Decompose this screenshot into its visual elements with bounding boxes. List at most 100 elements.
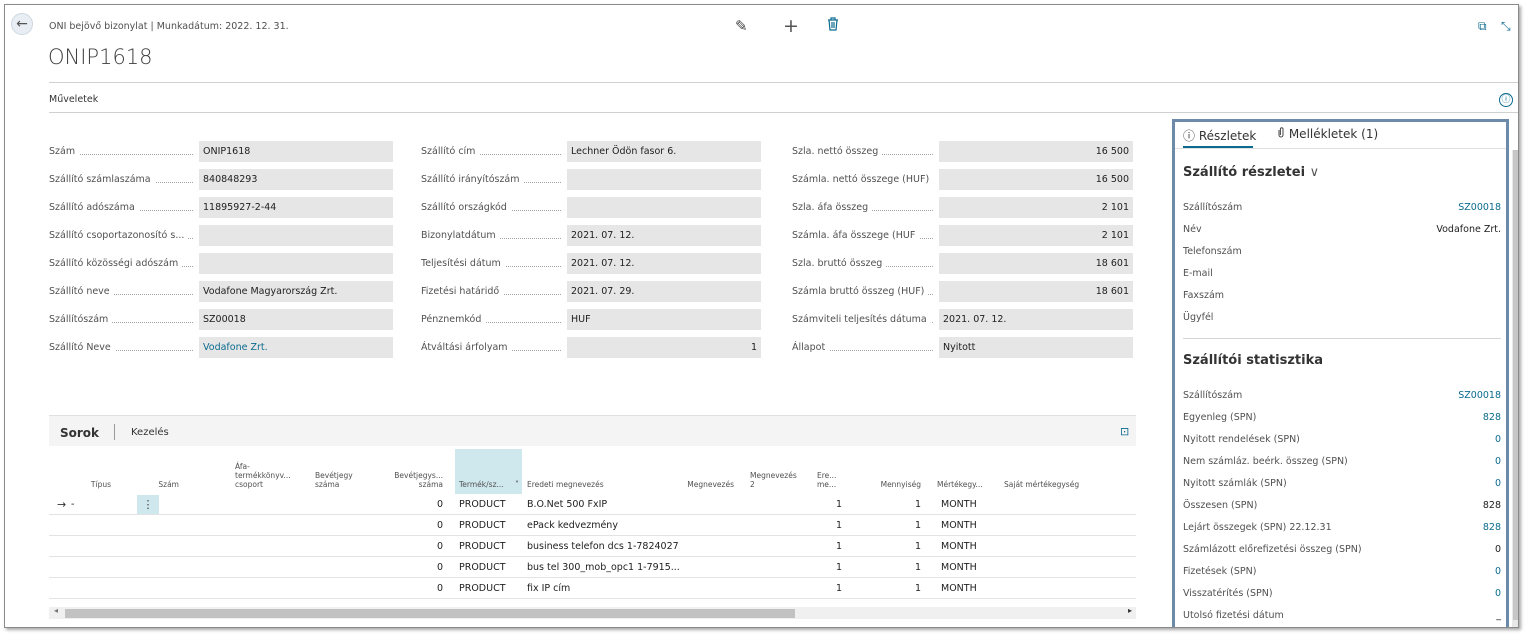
field-label: Fizetési határidő (421, 281, 504, 302)
factbox-value[interactable]: 0 (1495, 476, 1501, 492)
section-title-vendor-details[interactable]: Szállító részletei ∨ (1183, 165, 1319, 180)
factbox-value[interactable]: 828 (1483, 520, 1501, 536)
field-value[interactable] (567, 197, 761, 218)
field-col2-3: Bizonylatdátum 2021. 07. 12. (421, 225, 761, 246)
field-value[interactable]: Vodafone Magyarország Zrt. (199, 281, 393, 302)
field-value[interactable]: Nyitott (939, 337, 1133, 358)
table-row[interactable]: 0 PRODUCT business telefon dcs 1-7824027 1 1… (49, 536, 1136, 557)
cell-termek[interactable]: PRODUCT (459, 515, 519, 536)
field-value[interactable]: 2 101 (939, 225, 1133, 246)
field-value[interactable] (567, 169, 761, 190)
field-value[interactable]: Lechner Ödön fasor 6. (567, 141, 761, 162)
delete-trash-icon[interactable] (827, 17, 839, 35)
column-header[interactable]: Mennyiség (861, 480, 921, 489)
column-header[interactable]: Szám (137, 480, 179, 489)
factbox-row: Név Vodafone Zrt. (1183, 222, 1501, 238)
column-header[interactable]: Típus (71, 480, 111, 489)
field-value[interactable]: 2021. 07. 29. (567, 281, 761, 302)
column-header[interactable]: Termék/sz... (459, 480, 519, 489)
column-header[interactable]: Megnevezés 2 (750, 471, 806, 489)
table-row[interactable]: → ⋮ - 0 PRODUCT B.O.Net 500 FxIP 1 1 MONTH (49, 494, 1136, 515)
field-value[interactable]: 16 500 (939, 169, 1133, 190)
cell-eredeti[interactable]: ePack kedvezmény (527, 515, 727, 536)
field-value[interactable]: 2021. 07. 12. (567, 225, 761, 246)
actions-menu[interactable]: Műveletek (49, 94, 98, 105)
field-label: Pénznemkód (421, 309, 486, 330)
factbox-value[interactable]: 0 (1495, 586, 1501, 602)
back-arrow-icon[interactable]: ← (11, 13, 33, 35)
table-row[interactable]: 0 PRODUCT ePack kedvezmény 1 1 MONTH (49, 515, 1136, 536)
cell-eredeti[interactable]: B.O.Net 500 FxIP (527, 494, 727, 515)
sort-down-icon[interactable]: ˅ (515, 480, 519, 489)
factbox-value: Vodafone Zrt. (1436, 224, 1501, 235)
field-value[interactable]: HUF (567, 309, 761, 330)
cell-eredeti[interactable]: bus tel 300_mob_opc1 1-7915... (527, 557, 727, 578)
row-menu-dots-icon[interactable]: ⋮ (137, 495, 159, 514)
new-plus-icon[interactable]: + (783, 17, 799, 36)
field-value[interactable]: 18 601 (939, 253, 1133, 274)
tab-attachments-label: Mellékletek (1) (1288, 127, 1379, 141)
field-label: Szla. bruttó összeg (792, 253, 887, 274)
field-value[interactable]: 18 601 (939, 281, 1133, 302)
field-value[interactable]: ONIP1618 (199, 141, 393, 162)
tab-kezeles[interactable]: Kezelés (131, 427, 169, 438)
factbox-value[interactable]: 0 (1495, 454, 1501, 470)
scroll-left-icon[interactable]: ◂ (54, 606, 58, 615)
factbox-value[interactable]: SZ00018 (1458, 200, 1501, 216)
field-col3-7: Állapot Nyitott (792, 337, 1133, 358)
column-header[interactable]: Bevétjegy száma (315, 471, 365, 489)
field-col2-7: Átváltási árfolyam 1 (421, 337, 761, 358)
field-value[interactable]: 1 (567, 337, 761, 358)
field-col2-6: Pénznemkód HUF (421, 309, 761, 330)
factbox-value[interactable]: 828 (1483, 410, 1501, 426)
column-header[interactable]: Ere... me... (817, 471, 847, 489)
factbox-value[interactable]: 0 (1495, 564, 1501, 580)
field-col1-0: Szám ONIP1618 (49, 141, 393, 162)
field-label: Szám (49, 141, 80, 162)
horizontal-scrollbar[interactable]: ◂ ▸ (49, 606, 1136, 619)
column-header[interactable]: Saját mértékegység (1004, 480, 1104, 489)
expand-icon[interactable]: ⊡ (1120, 425, 1129, 438)
field-col3-1: Számla. nettó összege (HUF) 16 500 (792, 169, 1133, 190)
cell-eredeti[interactable]: fix IP cím (527, 578, 727, 599)
field-value[interactable] (199, 253, 393, 274)
field-label: Számla. nettó összege (HUF) (792, 169, 934, 190)
popout-icon[interactable]: ⧉ (1478, 17, 1487, 35)
vertical-scrollbar[interactable] (1512, 150, 1518, 627)
scroll-right-icon[interactable]: ▸ (1128, 606, 1132, 615)
table-row[interactable]: 0 PRODUCT fix IP cím 1 1 MONTH (49, 578, 1136, 599)
column-header[interactable]: Megnevezés (669, 480, 734, 489)
cell-termek[interactable]: PRODUCT (459, 536, 519, 557)
collapse-icon[interactable]: ⤡ (1501, 17, 1511, 35)
info-icon[interactable]: ⓘ (1499, 93, 1513, 107)
cell-termek[interactable]: PRODUCT (459, 494, 519, 515)
factbox-label: Számlázott előrefizetési összeg (SPN) (1183, 544, 1362, 555)
table-row[interactable]: 0 PRODUCT bus tel 300_mob_opc1 1-7915... 1 1… (49, 557, 1136, 578)
scrollbar-thumb[interactable] (65, 609, 795, 618)
cell-termek[interactable]: PRODUCT (459, 557, 519, 578)
field-value[interactable]: 11895927-2-44 (199, 197, 393, 218)
column-header[interactable]: Eredeti megnevezés (527, 480, 657, 489)
field-label: Teljesítési dátum (421, 253, 505, 274)
cell-termek[interactable]: PRODUCT (459, 578, 519, 599)
field-value[interactable]: Vodafone Zrt. (199, 337, 393, 358)
cell-eredeti[interactable]: business telefon dcs 1-7824027 (527, 536, 727, 557)
tab-details[interactable]: ⓘ Részletek (1183, 127, 1256, 144)
tab-attachments[interactable]: Mellékletek (1) (1277, 127, 1378, 141)
tab-sorok[interactable]: Sorok (60, 426, 99, 440)
field-value[interactable]: 2 101 (939, 197, 1133, 218)
column-header[interactable]: Bevétjegys... száma (379, 471, 443, 489)
field-value[interactable] (199, 225, 393, 246)
column-header[interactable]: Áfa- termékkönyv... csoport (235, 462, 295, 489)
scrollbar-thumb[interactable] (1513, 150, 1518, 620)
field-value[interactable]: 840848293 (199, 169, 393, 190)
factbox-value[interactable]: 0 (1495, 432, 1501, 448)
edit-pencil-icon[interactable]: ✎ (735, 17, 748, 35)
cell-mert: MONTH (941, 583, 977, 594)
column-header[interactable]: Mértékegy... (937, 480, 993, 489)
field-value[interactable]: 2021. 07. 12. (567, 253, 761, 274)
factbox-value[interactable]: SZ00018 (1458, 388, 1501, 404)
field-value[interactable]: SZ00018 (199, 309, 393, 330)
field-value[interactable]: 2021. 07. 12. (939, 309, 1133, 330)
field-value[interactable]: 16 500 (939, 141, 1133, 162)
